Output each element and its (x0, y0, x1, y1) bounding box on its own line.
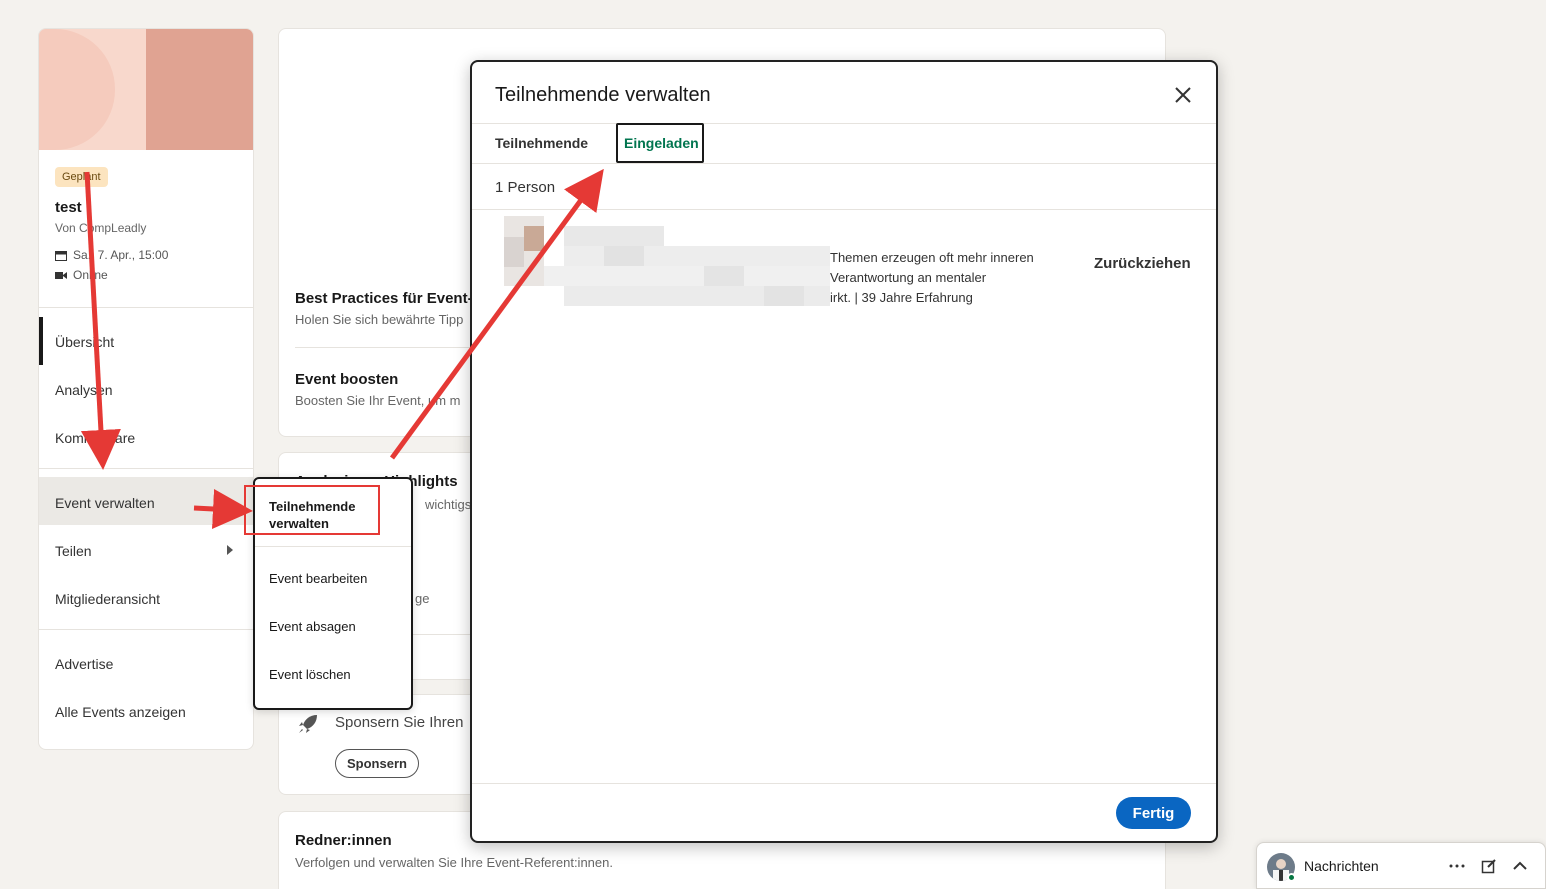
nav-overview[interactable]: Übersicht (55, 334, 114, 350)
calendar-icon (55, 250, 67, 261)
event-sidebar-card: Geplant test Von CompLeadly Sa., 7. Apr.… (38, 28, 254, 750)
active-indicator (39, 317, 43, 365)
dialog-title: Teilnehmende verwalten (495, 84, 711, 106)
speakers-sub: Verfolgen und verwalten Sie Ihre Event-R… (295, 855, 613, 870)
event-title[interactable]: test (55, 199, 82, 216)
sponsor-text: Sponsern Sie Ihren (335, 714, 464, 731)
menu-cancel-event[interactable]: Event absagen (269, 619, 356, 634)
compose-icon[interactable] (1481, 858, 1497, 874)
video-icon (55, 271, 67, 279)
nav-manage-event[interactable]: Event verwalten (55, 495, 155, 511)
annotation-highlight-box (244, 485, 380, 535)
close-icon[interactable] (1172, 84, 1194, 106)
speakers-title: Redner:innen (295, 832, 392, 849)
best-practices-sub: Holen Sie sich bewährte Tipp (295, 312, 464, 327)
event-location: Online (73, 268, 108, 282)
withdraw-button[interactable]: Zurückziehen (1094, 255, 1191, 272)
event-banner (39, 29, 253, 150)
event-date: Sa., 7. Apr., 15:00 (73, 248, 169, 262)
messaging-bar[interactable]: Nachrichten (1256, 842, 1546, 889)
nav-share[interactable]: Teilen (55, 543, 92, 559)
highlights-extra: ge (415, 591, 430, 606)
best-practices-title[interactable]: Best Practices für Event- (295, 290, 473, 307)
chevron-right-icon (227, 545, 233, 555)
sponsor-button[interactable]: Sponsern (335, 749, 419, 778)
nav-member-view[interactable]: Mitgliederansicht (55, 591, 160, 607)
person-count: 1 Person (495, 179, 556, 196)
status-badge: Geplant (55, 167, 108, 187)
tab-invited-label: Eingeladen (624, 135, 699, 151)
nav-analytics[interactable]: Analysen (55, 382, 113, 398)
event-organizer: Von CompLeadly (55, 221, 147, 235)
online-status-icon (1287, 873, 1296, 882)
nav-advertise[interactable]: Advertise (55, 656, 113, 672)
chevron-up-icon[interactable] (1512, 860, 1528, 872)
messaging-label[interactable]: Nachrichten (1304, 858, 1379, 874)
boost-sub: Boosten Sie Ihr Event, um m (295, 393, 461, 408)
menu-edit-event[interactable]: Event bearbeiten (269, 571, 367, 586)
rocket-icon (299, 715, 317, 733)
nav-comments[interactable]: Kommentare (55, 430, 135, 446)
boost-title[interactable]: Event boosten (295, 371, 398, 388)
manage-attendees-dialog: Teilnehmende verwalten Teilnehmende Eing… (470, 60, 1218, 843)
invitee-description: Themen erzeugen oft mehr inneren Verantw… (830, 250, 1034, 305)
tab-attendees[interactable]: Teilnehmende (495, 135, 588, 151)
more-icon[interactable] (1449, 861, 1465, 871)
nav-all-events[interactable]: Alle Events anzeigen (55, 704, 186, 720)
done-button[interactable]: Fertig (1116, 797, 1191, 829)
menu-delete-event[interactable]: Event löschen (269, 667, 351, 682)
